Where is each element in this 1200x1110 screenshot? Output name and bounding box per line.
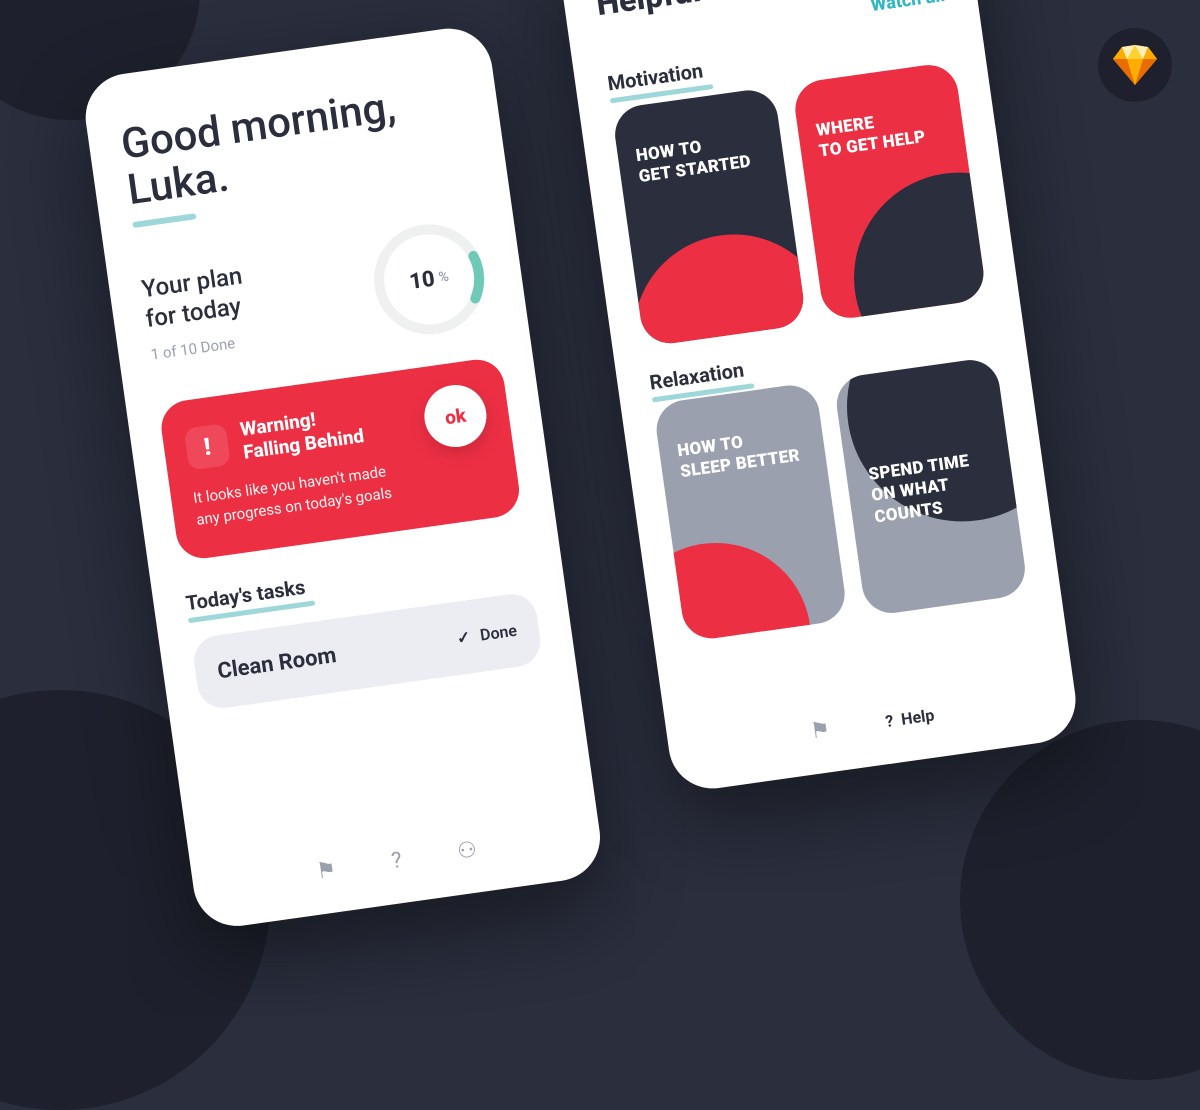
progress-ring: 10 % [361,212,497,348]
warning-card: ! Warning!Falling Behind It looks like y… [158,357,523,563]
bg-circle [960,720,1200,1080]
videos-screen: Helpful Videos Watch all Motivation HOW … [555,0,1081,794]
flag-icon[interactable]: ⚑ [809,717,832,745]
video-card-get-help[interactable]: WHERE TO GET HELP [791,61,987,321]
flag-icon[interactable]: ⚑ [315,857,338,885]
bottom-nav: ⚑ ? ⚇ [190,803,604,917]
greeting-name: Luka. [125,155,232,215]
tasks-section-label: Today's tasks [184,575,307,616]
greeting-line: Good morning, [118,75,467,169]
nav-help-button[interactable]: ? Help [884,705,935,731]
task-status-label: Done [479,621,518,645]
progress-percent: 10 [408,267,437,295]
person-icon[interactable]: ⚇ [456,837,479,865]
category-label-relaxation: Relaxation [648,358,745,395]
video-card-spend-time[interactable]: SPEND TIME ON WHAT COUNTS [833,356,1029,616]
check-icon: ✓ [456,628,472,649]
task-name: Clean Room [216,644,338,685]
video-title: WHERE TO GET HELP [815,103,948,163]
warning-title: Warning!Falling Behind [239,403,366,465]
category-label-motivation: Motivation [606,58,705,95]
video-title: HOW TO SLEEP BETTER [676,424,809,484]
video-card-sleep-better[interactable]: HOW TO SLEEP BETTER [653,382,849,642]
task-status: ✓ Done [456,621,518,648]
greeting: Good morning, Luka. [118,75,473,215]
sketch-app-icon [1098,28,1172,102]
nav-help-label: Help [900,705,935,728]
decor-blob [621,222,807,347]
decor-blob [653,531,823,642]
warning-body: It looks like you haven't made any progr… [192,458,416,532]
task-card[interactable]: Clean Room ✓ Done [191,591,544,711]
video-title: HOW TO GET STARTED [635,129,768,189]
percent-symbol: % [438,269,450,286]
video-card-get-started[interactable]: HOW TO GET STARTED [611,87,807,347]
question-icon: ? [884,711,895,731]
decor-blob [840,159,987,322]
question-icon[interactable]: ? [390,847,404,873]
warning-icon: ! [184,423,231,470]
bottom-nav: ⚑ ? Help [665,666,1079,780]
